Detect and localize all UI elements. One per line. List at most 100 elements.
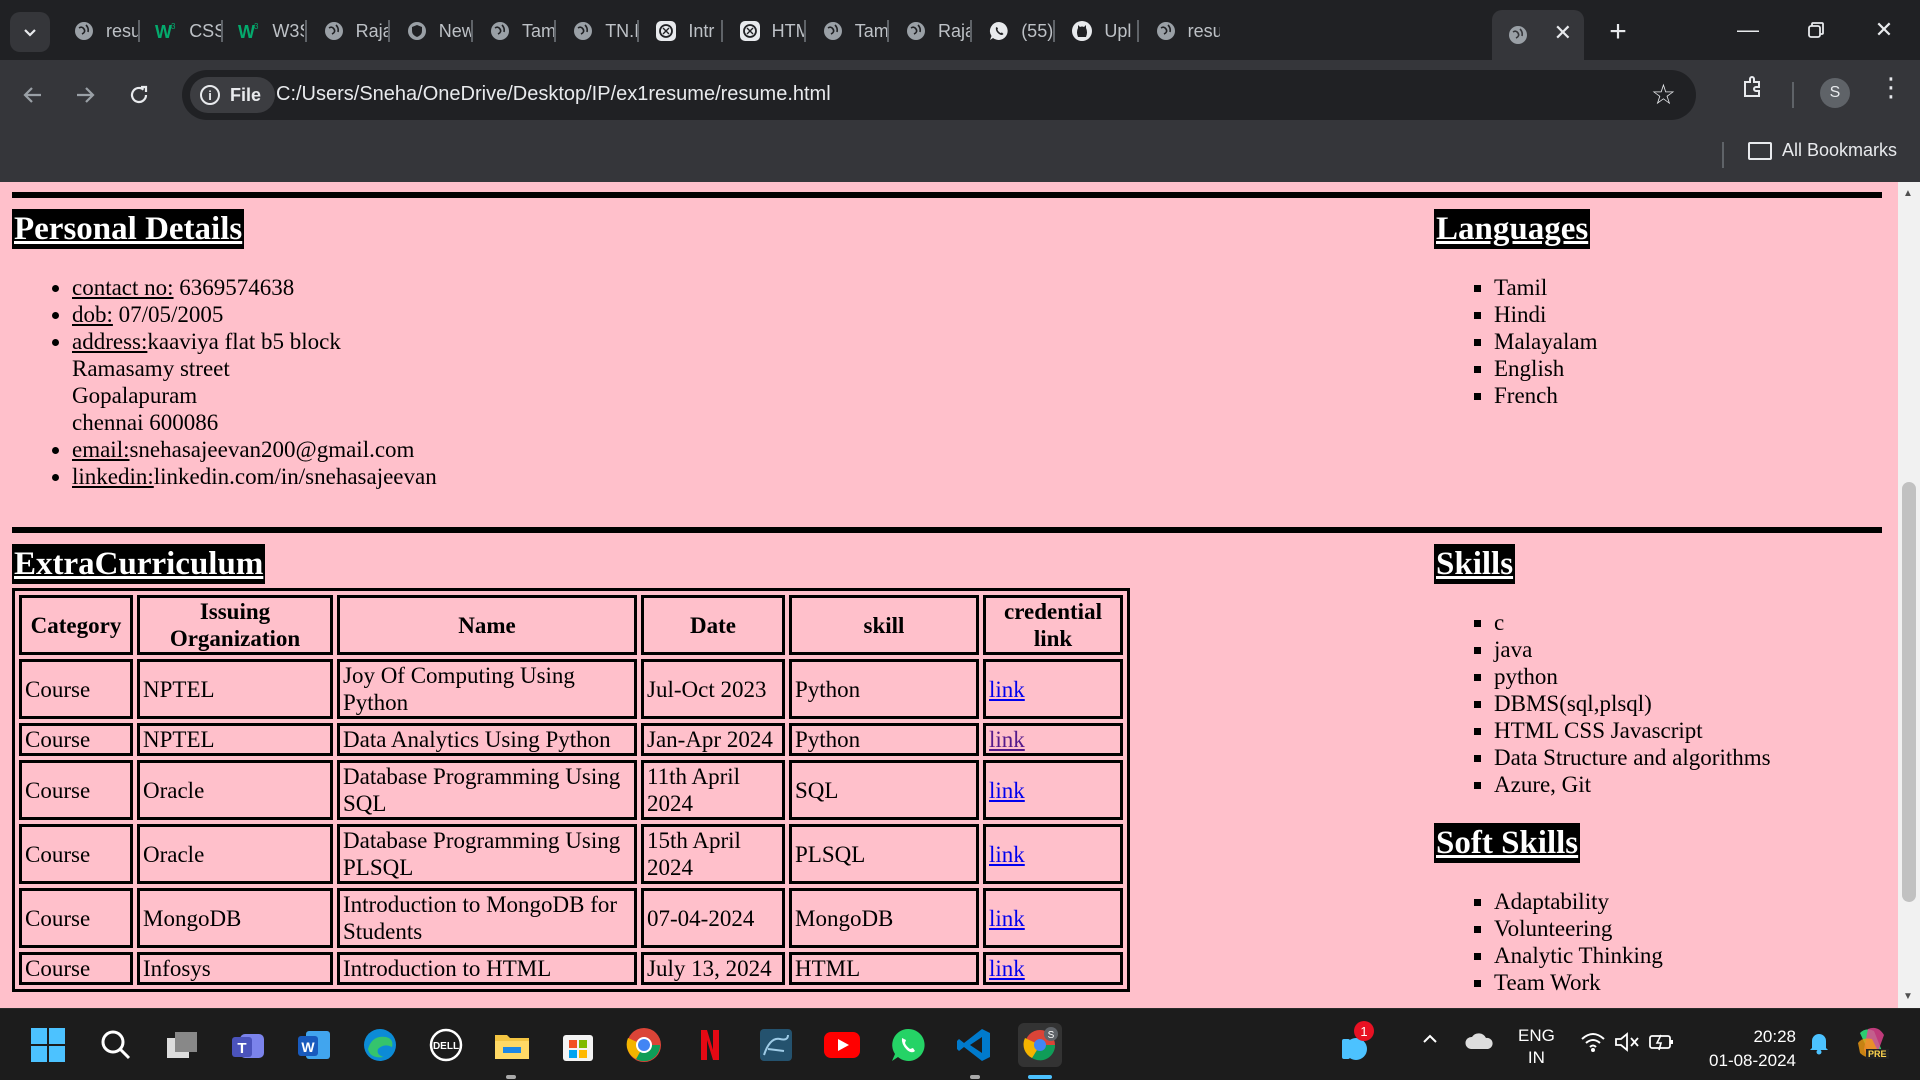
soft-skill-item: Analytic Thinking — [1494, 942, 1663, 969]
profile-avatar[interactable]: S — [1820, 78, 1850, 108]
globe-icon — [1154, 19, 1178, 43]
svg-text:S: S — [1048, 1030, 1055, 1041]
notifications-bell-icon[interactable] — [1808, 1031, 1830, 1060]
store-icon[interactable] — [556, 1023, 600, 1067]
all-bookmarks-button[interactable]: All Bookmarks — [1748, 140, 1897, 161]
browser-tab[interactable]: resu — [1140, 10, 1220, 52]
column-header: Name — [337, 595, 637, 655]
personal-details-list: contact no: 6369574638 dob: 07/05/2005 a… — [72, 274, 437, 490]
browser-tab[interactable]: resu — [58, 10, 138, 52]
scroll-thumb[interactable] — [1902, 482, 1916, 902]
linkedin-label: linkedin: — [72, 464, 154, 489]
whatsapp-icon[interactable] — [886, 1023, 930, 1067]
scroll-up-icon[interactable]: ▲ — [1903, 188, 1913, 199]
forward-button[interactable] — [62, 72, 108, 118]
table-row: Course Oracle Database Programming Using P… — [19, 824, 1123, 884]
table-cell-name: Database Programming Using PLSQL — [337, 824, 637, 884]
file-explorer-icon[interactable] — [490, 1023, 534, 1067]
close-window-button[interactable]: ✕ — [1856, 8, 1912, 52]
extracurriculum-heading: ExtraCurriculum — [12, 544, 266, 584]
browser-tab[interactable]: Upl — [1056, 10, 1136, 52]
scroll-down-icon[interactable]: ▼ — [1903, 991, 1913, 1002]
table-cell-link: link — [983, 888, 1123, 948]
battery-charging-icon[interactable] — [1648, 1031, 1676, 1058]
close-icon[interactable]: ✕ — [1554, 22, 1572, 44]
address-bar[interactable]: i File C:/Users/Sneha/OneDrive/Desktop/I… — [182, 70, 1696, 120]
credential-link[interactable]: link — [989, 677, 1025, 702]
copilot-icon[interactable]: PRE — [1852, 1023, 1892, 1068]
skill-item: java — [1494, 636, 1771, 663]
netflix-icon[interactable] — [688, 1023, 732, 1067]
browser-tab[interactable]: Raja — [890, 10, 970, 52]
extensions-icon[interactable] — [1740, 74, 1766, 107]
clock-time: 20:28 — [1753, 1027, 1796, 1046]
credential-link[interactable]: link — [989, 778, 1025, 803]
table-cell-date: 11th April 2024 — [641, 760, 785, 820]
arrow-left-icon — [23, 87, 41, 103]
browser-tab[interactable]: (55) — [973, 10, 1053, 52]
tab-title: Intr — [688, 20, 715, 41]
youtube-icon[interactable] — [820, 1023, 864, 1067]
back-button[interactable] — [10, 72, 56, 118]
search-icon[interactable] — [94, 1023, 138, 1067]
tab-separator — [720, 20, 723, 42]
browser-tab[interactable]: HTM — [724, 10, 804, 52]
minimize-button[interactable]: — — [1720, 8, 1776, 52]
page-viewport: Personal Details contact no: 6369574638 … — [0, 182, 1898, 1008]
clock[interactable]: 20:28 01-08-2024 — [1700, 1025, 1796, 1073]
credential-link[interactable]: link — [989, 727, 1025, 752]
tab-title: HTM — [771, 20, 804, 41]
tab-active[interactable]: ✕ — [1492, 10, 1584, 60]
column-header: Date — [641, 595, 785, 655]
reload-button[interactable] — [116, 72, 162, 118]
browser-tab[interactable]: New — [391, 10, 471, 52]
credential-link[interactable]: link — [989, 842, 1025, 867]
table-cell-skill: SQL — [789, 760, 979, 820]
table-cell-name: Joy Of Computing Using Python — [337, 659, 637, 719]
start-icon[interactable] — [26, 1023, 70, 1067]
vscode-icon[interactable] — [952, 1023, 996, 1067]
browser-tab[interactable]: Tam — [474, 10, 554, 52]
restore-button[interactable] — [1788, 8, 1844, 52]
site-info-chip[interactable]: i File — [190, 77, 276, 113]
onedrive-cloud-icon[interactable] — [1464, 1031, 1494, 1056]
tab-search-button[interactable] — [10, 12, 50, 52]
section-divider — [12, 527, 1882, 533]
browser-tab[interactable]: W 3 CSS — [141, 10, 221, 52]
dell-icon[interactable]: DELL — [424, 1023, 468, 1067]
credential-link[interactable]: link — [989, 956, 1025, 981]
mysql-workbench-icon[interactable] — [754, 1023, 798, 1067]
new-tab-button[interactable]: + — [1598, 12, 1638, 52]
skill-item: HTML CSS Javascript — [1494, 717, 1771, 744]
browser-tab[interactable]: Tam — [807, 10, 887, 52]
copilot-badge: PRE — [1866, 1049, 1889, 1059]
all-bookmarks-label: All Bookmarks — [1782, 140, 1898, 160]
wifi-icon[interactable] — [1580, 1031, 1606, 1058]
teams-icon[interactable]: T — [226, 1023, 270, 1067]
volume-muted-icon[interactable] — [1614, 1031, 1640, 1058]
page-scrollbar[interactable]: ▲ ▼ — [1898, 182, 1920, 1008]
browser-tab[interactable]: Intr — [640, 10, 720, 52]
dob-item: dob: 07/05/2005 — [72, 301, 437, 328]
browser-tab[interactable]: TN.I — [557, 10, 637, 52]
task-view-icon[interactable] — [160, 1023, 204, 1067]
menu-kebab-icon[interactable]: ⋮ — [1878, 72, 1904, 103]
bookmark-star-icon[interactable]: ☆ — [1651, 78, 1676, 111]
chrome-profile-icon[interactable]: S — [1018, 1023, 1062, 1067]
tab-title: resu — [106, 20, 138, 41]
column-header: credential link — [983, 595, 1123, 655]
tab-separator — [1053, 20, 1056, 42]
chrome-icon[interactable] — [622, 1023, 666, 1067]
edge-icon[interactable] — [358, 1023, 402, 1067]
linkedin-item: linkedin:linkedin.com/in/snehasajeevan — [72, 463, 437, 490]
url-text[interactable]: C:/Users/Sneha/OneDrive/Desktop/IP/ex1re… — [276, 83, 831, 106]
word-icon[interactable]: W — [292, 1023, 336, 1067]
language-indicator[interactable]: ENG IN — [1518, 1025, 1555, 1069]
browser-tab[interactable]: W3 W3S — [224, 10, 304, 52]
chevron-up-icon[interactable] — [1420, 1029, 1440, 1055]
credential-link[interactable]: link — [989, 906, 1025, 931]
browser-tab[interactable]: Raja — [308, 10, 388, 52]
tab-title: W3S — [272, 20, 304, 41]
soft-skills-list: AdaptabilityVolunteeringAnalytic Thinkin… — [1494, 888, 1663, 996]
languages-list: TamilHindiMalayalamEnglishFrench — [1494, 274, 1597, 409]
